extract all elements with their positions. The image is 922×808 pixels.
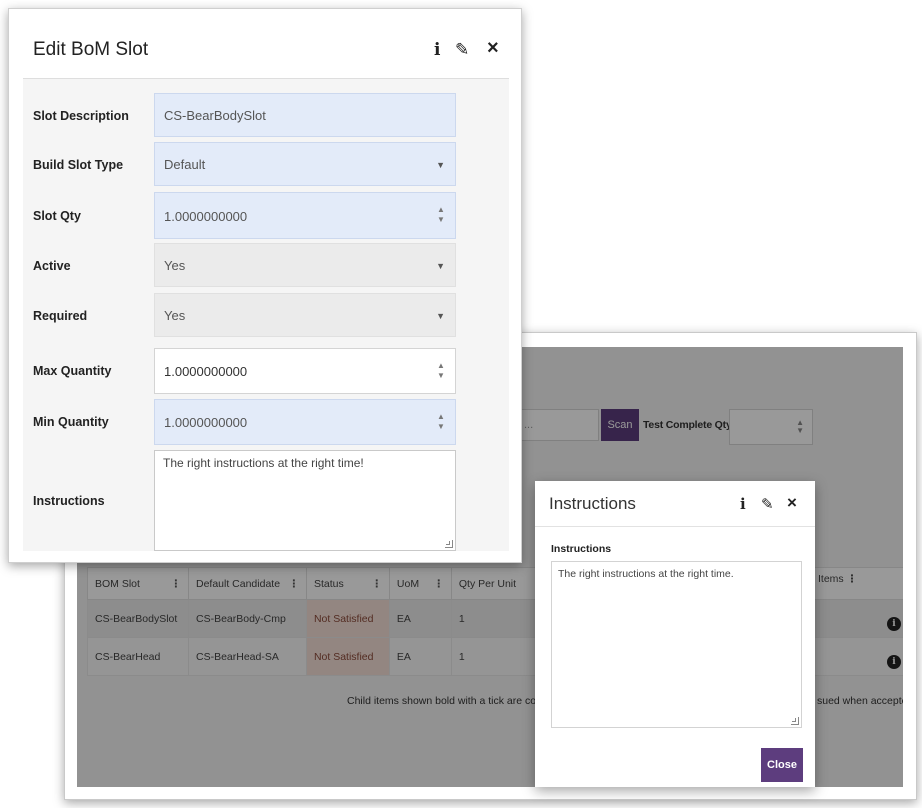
instructions-dialog: Instructions i ✎ × Instructions The righ…: [535, 481, 815, 787]
dialog-title: Edit BoM Slot: [33, 39, 149, 60]
min-quantity-stepper[interactable]: 1.0000000000 ▲ ▼: [154, 399, 456, 445]
info-icon[interactable]: i: [434, 40, 440, 60]
chevron-down-icon[interactable]: ▼: [436, 294, 445, 338]
edit-bom-slot-dialog: Edit BoM Slot i ✎ × Slot Description CS-…: [8, 8, 522, 563]
chevron-down-icon[interactable]: ▼: [436, 244, 445, 288]
instructions-textarea[interactable]: The right instructions at the right time…: [551, 561, 802, 728]
required-select[interactable]: Yes ▼: [154, 293, 456, 337]
active-label: Active: [33, 259, 71, 273]
close-icon[interactable]: ×: [787, 493, 797, 513]
close-icon[interactable]: ×: [487, 37, 499, 60]
slot-description-label: Slot Description: [33, 109, 129, 123]
build-slot-type-label: Build Slot Type: [33, 158, 124, 172]
info-icon[interactable]: i: [740, 495, 746, 513]
resize-handle-icon[interactable]: [791, 717, 799, 725]
dialog-title: Instructions: [549, 494, 636, 513]
min-quantity-label: Min Quantity: [33, 415, 109, 429]
build-slot-type-select[interactable]: Default ▼: [154, 142, 456, 186]
close-button[interactable]: Close: [761, 748, 803, 782]
chevron-down-icon[interactable]: ▼: [436, 143, 445, 187]
max-quantity-stepper[interactable]: 1.0000000000 ▲ ▼: [154, 348, 456, 394]
resize-handle-icon[interactable]: [445, 540, 453, 548]
dialog-body: Edit BoM Slot i ✎ × Slot Description CS-…: [23, 23, 509, 551]
dialog-header: Edit BoM Slot i ✎ ×: [23, 23, 509, 79]
spinner-arrows-icon[interactable]: ▲ ▼: [436, 361, 446, 381]
instructions-textarea[interactable]: The right instructions at the right time…: [154, 450, 456, 551]
spinner-arrows-icon[interactable]: ▲ ▼: [436, 205, 446, 225]
slot-description-input[interactable]: CS-BearBodySlot: [154, 93, 456, 137]
spinner-arrows-icon[interactable]: ▲ ▼: [436, 412, 446, 432]
active-select[interactable]: Yes ▼: [154, 243, 456, 287]
slot-qty-label: Slot Qty: [33, 209, 81, 223]
instructions-field-label: Instructions: [551, 543, 612, 555]
slot-qty-stepper[interactable]: 1.0000000000 ▲ ▼: [154, 192, 456, 239]
max-quantity-label: Max Quantity: [33, 364, 112, 378]
instructions-label: Instructions: [33, 494, 105, 508]
required-label: Required: [33, 309, 88, 323]
edit-pencil-icon[interactable]: ✎: [761, 495, 774, 513]
dialog-header: Instructions i ✎ ×: [535, 481, 815, 527]
edit-pencil-icon[interactable]: ✎: [455, 40, 469, 60]
